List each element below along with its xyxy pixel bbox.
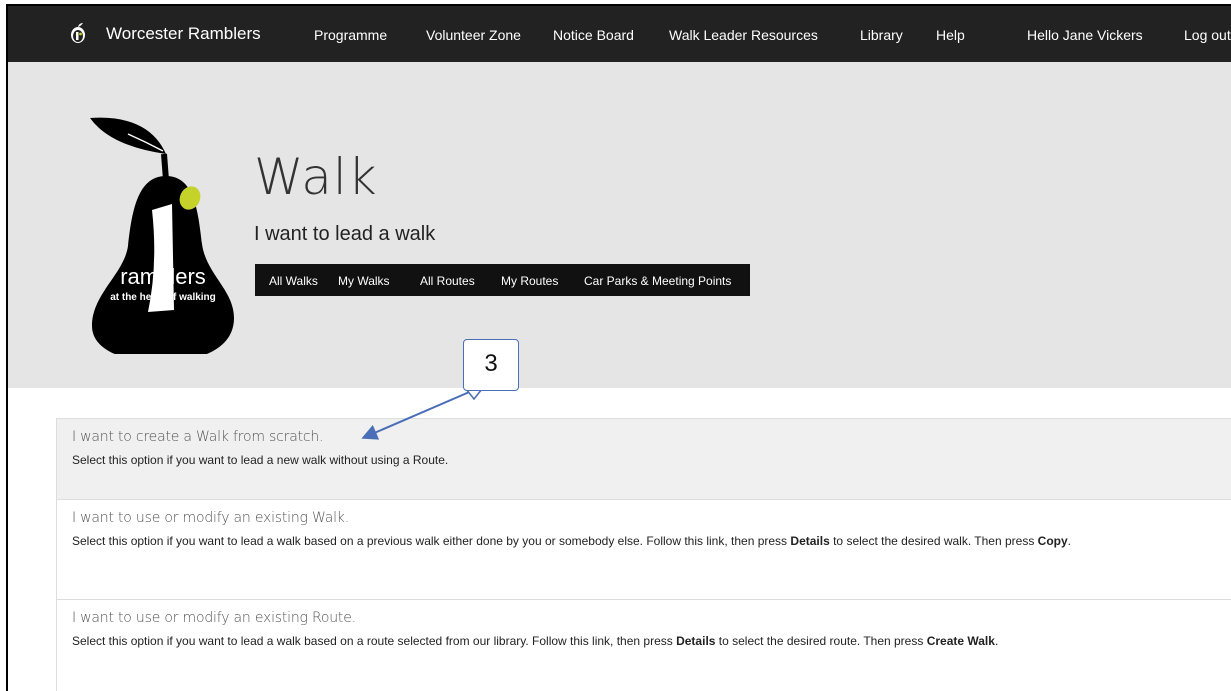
browser-page: Worcester Ramblers Programme Volunteer Z… (6, 4, 1231, 691)
callout-arrow (361, 388, 483, 440)
step-callout-badge: 3 (463, 339, 519, 391)
